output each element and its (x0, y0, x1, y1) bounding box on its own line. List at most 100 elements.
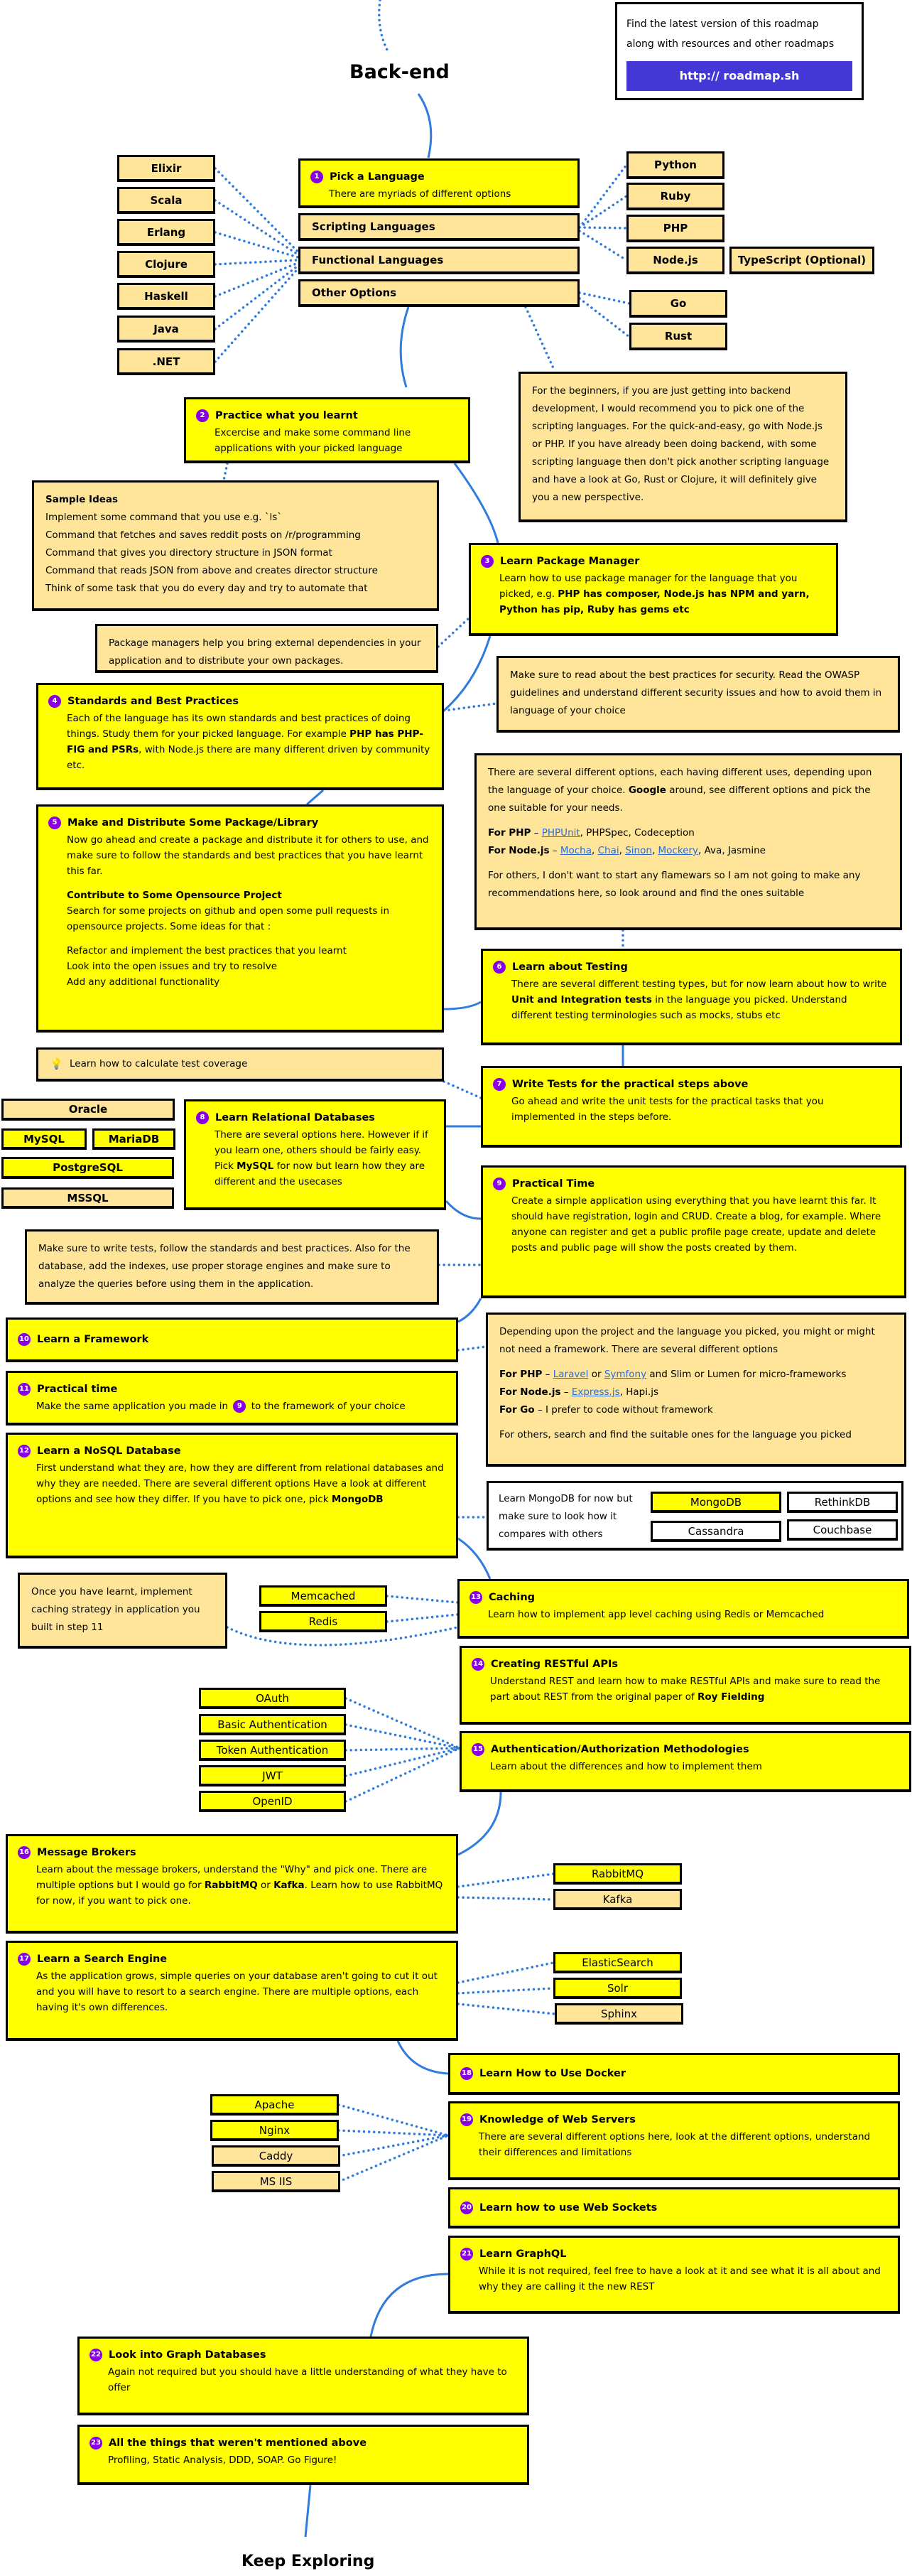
step-heading: 3 Learn Package Manager (481, 554, 826, 569)
language-right-2[interactable]: PHP (626, 215, 724, 242)
link[interactable]: Express.js (572, 1386, 620, 1398)
step-text: As the application grows, simple queries… (36, 1971, 438, 2013)
step-11[interactable]: 11 Practical time Make the same applicatio… (6, 1371, 458, 1426)
cache-0[interactable]: Memcached (259, 1585, 387, 1607)
step-heading: 7 Write Tests for the practical steps abo… (493, 1077, 890, 1092)
step-23[interactable]: 23 All the things that weren't mentioned … (77, 2425, 529, 2485)
language-1[interactable]: Scala (117, 187, 215, 214)
web-server-0[interactable]: Apache (210, 2094, 339, 2116)
step-22[interactable]: 22 Look into Graph Databases Again not req… (77, 2337, 529, 2415)
nosql-cassandra[interactable]: Cassandra (651, 1521, 781, 1542)
link[interactable]: PHPUnit (542, 827, 580, 839)
step-3[interactable]: 3 Learn Package Manager Learn how to use p… (469, 543, 838, 636)
database-mysql[interactable]: MySQL (1, 1128, 87, 1150)
step-12[interactable]: 12 Learn a NoSQL Database First understand… (6, 1433, 458, 1558)
link[interactable]: Symfony (604, 1369, 646, 1380)
spine-segment (443, 1001, 482, 1011)
nosql-rethinkdb[interactable]: RethinkDB (787, 1492, 898, 1513)
language-right-4[interactable]: Go (629, 290, 727, 318)
language-right-3[interactable]: Node.js (626, 247, 724, 274)
language-connector (214, 199, 300, 257)
auth-method-2[interactable]: Token Authentication (199, 1740, 346, 1761)
step-number-badge: 13 (469, 1591, 482, 1604)
web-server-2[interactable]: Caddy (212, 2145, 340, 2167)
search-solr[interactable]: Solr (553, 1978, 682, 1999)
language-0[interactable]: Elixir (117, 155, 215, 182)
language-5[interactable]: Java (117, 316, 215, 343)
note-text: I prefer to code without framework (542, 1404, 713, 1416)
step-number-badge: 12 (18, 1445, 31, 1457)
broker-kafka[interactable]: Kafka (553, 1889, 682, 1910)
step-10[interactable]: 10 Learn a Framework (6, 1317, 458, 1362)
category-2[interactable]: Other Options (298, 279, 580, 307)
link[interactable]: Mockery (658, 845, 699, 856)
language-connector (578, 163, 628, 229)
step-14[interactable]: 14 Creating RESTful APIs Understand REST a… (460, 1646, 911, 1725)
language-6[interactable]: .NET (117, 348, 215, 375)
note-text: For others, search and find the suitable… (499, 1429, 852, 1440)
search-sphinx-label: Sphinx (600, 2007, 638, 2020)
step-text: Excercise and make some command line app… (215, 427, 411, 454)
cache-1[interactable]: Redis (259, 1611, 387, 1632)
step-16[interactable]: 16 Message Brokers Learn about the message… (6, 1834, 458, 1934)
auth-method-1[interactable]: Basic Authentication (199, 1714, 346, 1735)
broker-rabbitmq[interactable]: RabbitMQ (553, 1863, 682, 1885)
broker-connector (457, 1896, 555, 1901)
web-server-1[interactable]: Nginx (210, 2120, 339, 2141)
search-elasticsearch[interactable]: ElasticSearch (553, 1952, 682, 1973)
language-connector (214, 259, 300, 266)
language-4[interactable]: Haskell (117, 283, 215, 310)
language-right-0[interactable]: Python (626, 151, 724, 179)
database-postgresql[interactable]: PostgreSQL (1, 1157, 174, 1179)
step-title: Learn How to Use Docker (479, 2068, 626, 2079)
database-mariadb[interactable]: MariaDB (92, 1128, 175, 1150)
typescript[interactable]: TypeScript (Optional) (729, 247, 874, 274)
link[interactable]: Mocha (560, 845, 592, 856)
nosql-couchbase[interactable]: Couchbase (787, 1519, 898, 1541)
web-server-3[interactable]: MS IIS (212, 2171, 340, 2192)
step-13[interactable]: 13 Caching Learn how to implement app leve… (457, 1579, 909, 1639)
link[interactable]: Sinon (625, 845, 652, 856)
note-text: , Hapi.js (619, 1386, 659, 1398)
step-text: Understand REST and learn how to make RE… (490, 1676, 881, 1703)
nosql-mongodb[interactable]: MongoDB (651, 1492, 781, 1513)
step-17[interactable]: 17 Learn a Search Engine As the applicatio… (6, 1941, 458, 2041)
link[interactable]: Chai (598, 845, 619, 856)
step-9[interactable]: 9 Practical Time Create a simple applicati… (481, 1165, 906, 1298)
sample-idea-item: Command that fetches and saves reddit po… (45, 529, 361, 541)
language-0-label: Elixir (151, 161, 182, 175)
language-2[interactable]: Erlang (117, 219, 215, 246)
step-text: Create a simple application using everyt… (511, 1195, 881, 1254)
language-3[interactable]: Clojure (117, 251, 215, 278)
step-8[interactable]: 8 Learn Relational Databases There are sev… (184, 1099, 446, 1210)
category-0[interactable]: Scripting Languages (298, 213, 580, 241)
step-15[interactable]: 15 Authentication/Authorization Methodolo… (460, 1731, 911, 1792)
database-oracle[interactable]: Oracle (1, 1099, 175, 1121)
note-text: Depending upon the project and the langu… (499, 1326, 875, 1355)
step-5[interactable]: 5 Make and Distribute Some Package/Librar… (36, 804, 444, 1033)
category-1[interactable]: Functional Languages (298, 247, 580, 274)
php-label: For PHP (499, 1369, 543, 1380)
language-right-1[interactable]: Ruby (626, 183, 724, 210)
step-2[interactable]: 2 Practice what you learnt Excercise and m… (184, 397, 470, 463)
step-18[interactable]: 18 Learn How to Use Docker (448, 2053, 900, 2095)
step-6[interactable]: 6 Learn about Testing There are several di… (481, 949, 902, 1045)
step-bold-text: Unit and Integration tests (511, 994, 652, 1006)
link[interactable]: Laravel (553, 1369, 589, 1380)
database-mssql[interactable]: MSSQL (1, 1187, 174, 1209)
database-mariadb-label: MariaDB (108, 1132, 160, 1146)
auth-method-4[interactable]: OpenID (199, 1791, 346, 1812)
roadmap-link-button[interactable]: http:// roadmap.sh (626, 61, 852, 91)
auth-method-3[interactable]: JWT (199, 1765, 346, 1787)
language-right-5[interactable]: Rust (629, 323, 727, 350)
nosql-couchbase-label: Couchbase (813, 1523, 872, 1536)
step-heading: 20 Learn how to use Web Sockets (460, 2200, 657, 2216)
step-7[interactable]: 7 Write Tests for the practical steps abo… (481, 1066, 902, 1148)
step-19[interactable]: 19 Knowledge of Web Servers There are seve… (448, 2101, 900, 2180)
search-sphinx[interactable]: Sphinx (555, 2003, 683, 2025)
step-21[interactable]: 21 Learn GraphQL While it is not required,… (448, 2236, 900, 2314)
auth-method-0[interactable]: OAuth (199, 1688, 346, 1709)
step-20[interactable]: 20 Learn how to use Web Sockets (448, 2187, 900, 2229)
step-4[interactable]: 4 Standards and Best Practices Each of the… (36, 683, 444, 790)
step-1[interactable]: 1 Pick a Language There are myriads of dif… (298, 158, 580, 208)
